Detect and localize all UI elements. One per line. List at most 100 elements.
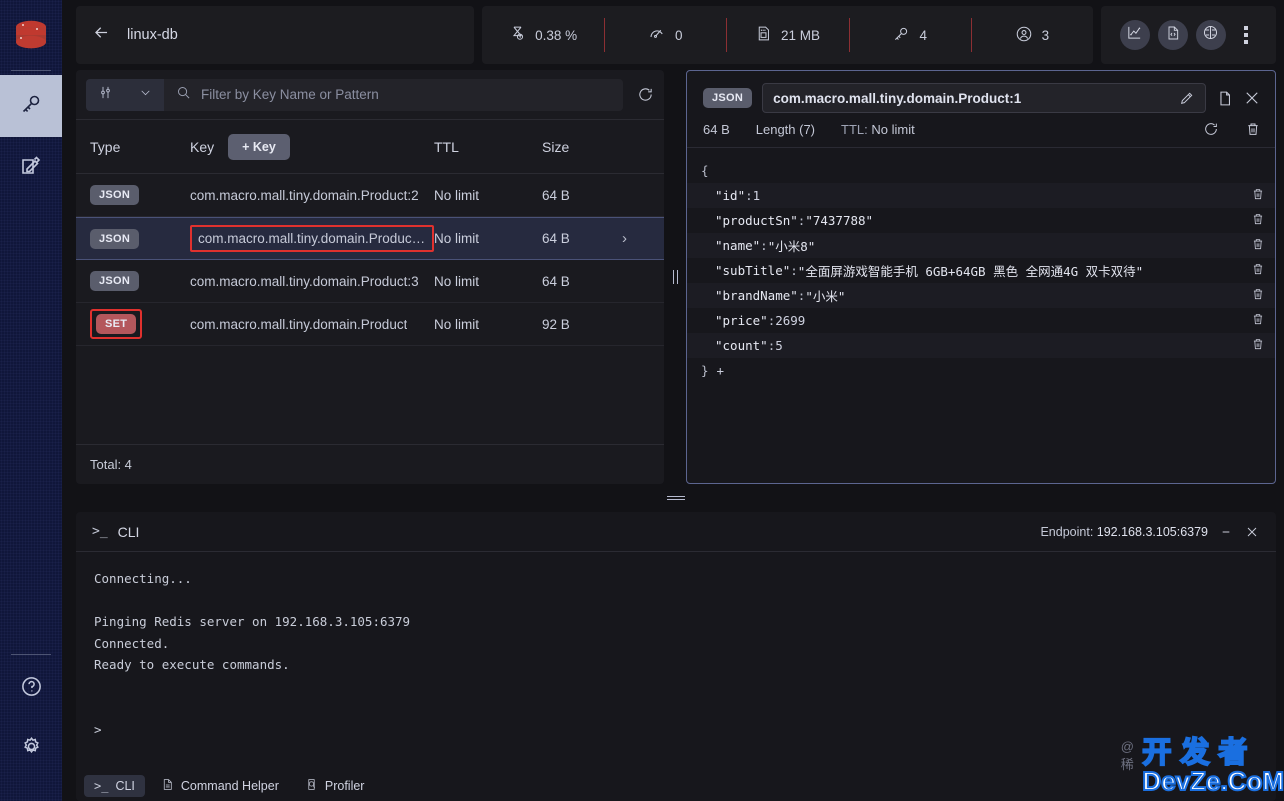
body-row: Type Key + Key TTL Size JSON [76, 70, 1276, 484]
trash-icon[interactable] [1251, 212, 1265, 229]
search-input[interactable] [201, 87, 611, 102]
key-type-badge: JSON [90, 185, 140, 205]
sidebar-item-help[interactable] [0, 659, 62, 719]
json-field-row[interactable]: "price" : 2699 [687, 308, 1275, 333]
column-header-type: Type [90, 138, 121, 155]
trash-icon[interactable] [1251, 187, 1265, 204]
cli-header: >_ CLI Endpoint: 192.168.3.105:6379 [76, 512, 1276, 552]
trash-icon[interactable] [1251, 287, 1265, 304]
filter-bar [76, 70, 664, 120]
more-options-button[interactable] [1234, 20, 1258, 50]
table-row[interactable]: JSON com.macro.mall.tiny.domain.Product:… [76, 217, 664, 260]
stat-value: 0.38 % [535, 27, 578, 43]
cli-title: CLI [117, 523, 140, 540]
database-name: linux-db [127, 27, 178, 43]
table-row[interactable]: JSON com.macro.mall.tiny.domain.Product:… [76, 174, 664, 217]
row-size-cell: 64 B [542, 187, 570, 203]
cli-endpoint: Endpoint: 192.168.3.105:6379 [1040, 525, 1208, 539]
analysis-tools-button[interactable] [1119, 20, 1150, 50]
stat-cpu: 0.38 % [482, 6, 604, 64]
row-open-arrow[interactable]: › [622, 230, 650, 247]
json-field-separator: : [760, 238, 768, 253]
column-header-key-group: Key + Key [190, 133, 434, 160]
ai-assistant-button[interactable] [1195, 20, 1226, 50]
json-field-row[interactable]: "count" : 5 [687, 333, 1275, 358]
chevron-down-icon [139, 86, 152, 104]
cli-tabs: >_ CLI Command Helper Profiler [76, 770, 1276, 801]
sidebar-item-workbench[interactable] [0, 137, 62, 199]
json-field-key: "brandName" [715, 288, 798, 303]
plus-icon[interactable]: + [717, 363, 725, 378]
cli-output[interactable]: Connecting... Pinging Redis server on 19… [76, 552, 1276, 770]
add-key-button[interactable]: + Key [228, 133, 290, 160]
json-field-row[interactable]: "brandName" : "小米" [687, 283, 1275, 308]
edit-square-icon [19, 154, 43, 183]
tab-profiler[interactable]: Profiler [295, 774, 375, 798]
kebab-dot [1243, 40, 1248, 44]
value-size: 64 B [703, 121, 730, 137]
key-name: com.macro.mall.tiny.domain.Product:3 [190, 273, 419, 289]
key-type-filter-dropdown[interactable] [86, 78, 164, 111]
trash-icon[interactable] [1251, 237, 1265, 254]
minimize-icon[interactable] [1218, 524, 1234, 540]
refresh-icon[interactable] [1203, 121, 1219, 137]
tab-command-helper[interactable]: Command Helper [151, 774, 289, 798]
pencil-icon[interactable] [1179, 90, 1195, 106]
row-key-cell: com.macro.mall.tiny.domain.Product [190, 317, 434, 332]
sidebar-item-browser[interactable] [0, 75, 62, 137]
tab-cli[interactable]: >_ CLI [84, 774, 145, 797]
gear-icon [20, 735, 43, 763]
keys-total: Total: 4 [76, 444, 664, 484]
key-filter-field[interactable] [164, 78, 623, 111]
row-key-cell: com.macro.mall.tiny.domain.Product:2 [190, 188, 434, 203]
stat-value: 3 [1041, 27, 1050, 43]
json-field-separator: : [797, 288, 806, 303]
user-circle-icon [1015, 25, 1033, 46]
splitter-handle [671, 270, 679, 284]
value-panel-header: JSON com.macro.mall.tiny.domain.Product:… [687, 71, 1275, 119]
back-button[interactable] [92, 23, 111, 47]
row-size-cell: 64 B [542, 273, 570, 289]
row-type-cell: SET [90, 309, 190, 339]
close-icon[interactable] [1243, 89, 1261, 107]
table-row[interactable]: SET com.macro.mall.tiny.domain.Product N… [76, 303, 664, 346]
trash-icon[interactable] [1251, 312, 1265, 329]
key-type-badge: JSON [90, 228, 140, 249]
json-field-value: "全面屏游戏智能手机 6GB+64GB 黑色 全网通4G 双卡双待" [797, 264, 1144, 279]
refresh-keys-button[interactable] [637, 86, 654, 103]
slowlog-button[interactable] [1157, 20, 1188, 50]
json-field-row[interactable]: "productSn" : "7437788" [687, 208, 1275, 233]
header: linux-db 0.38 % 0 21 MB 4 3 [76, 6, 1276, 64]
value-length: Length (7) [755, 121, 816, 137]
value-ttl-group: TTL: No limit [841, 122, 915, 137]
key-name: com.macro.mall.tiny.domain.Product:2 [190, 187, 419, 203]
row-ttl-cell: No limit [434, 316, 480, 332]
panel-splitter-vertical[interactable] [664, 70, 686, 484]
stat-ops: 0 [604, 6, 726, 64]
brain-icon [1202, 24, 1219, 46]
stat-memory: 21 MB [726, 6, 848, 64]
json-field-value: "小米8" [767, 239, 816, 254]
close-icon[interactable] [1244, 524, 1260, 540]
json-close-brace-row: } + [687, 358, 1275, 383]
sidebar-item-settings[interactable] [0, 719, 62, 779]
json-field-row[interactable]: "subTitle" : "全面屏游戏智能手机 6GB+64GB 黑色 全网通4… [687, 258, 1275, 283]
json-field-separator: : [790, 263, 798, 278]
copy-icon[interactable] [1216, 90, 1233, 107]
json-field-separator: : [745, 188, 753, 203]
question-circle-icon [20, 675, 43, 703]
json-field-row[interactable]: "id" : 1 [687, 183, 1275, 208]
trash-icon[interactable] [1251, 262, 1265, 279]
stat-value: 4 [919, 27, 927, 43]
table-row[interactable]: JSON com.macro.mall.tiny.domain.Product:… [76, 260, 664, 303]
json-field-key: "subTitle" [715, 263, 791, 278]
json-field-value: "7437788" [805, 213, 874, 228]
json-field-row[interactable]: "name" : "小米8" [687, 233, 1275, 258]
trash-icon[interactable] [1245, 121, 1261, 137]
filter-sliders-icon [98, 85, 113, 105]
panel-splitter-horizontal[interactable] [76, 490, 1276, 506]
key-name-field[interactable]: com.macro.mall.tiny.domain.Product:1 [762, 83, 1206, 113]
json-field-key: "price" [715, 313, 768, 328]
trash-icon[interactable] [1251, 337, 1265, 354]
row-ttl-cell: No limit [434, 273, 480, 289]
